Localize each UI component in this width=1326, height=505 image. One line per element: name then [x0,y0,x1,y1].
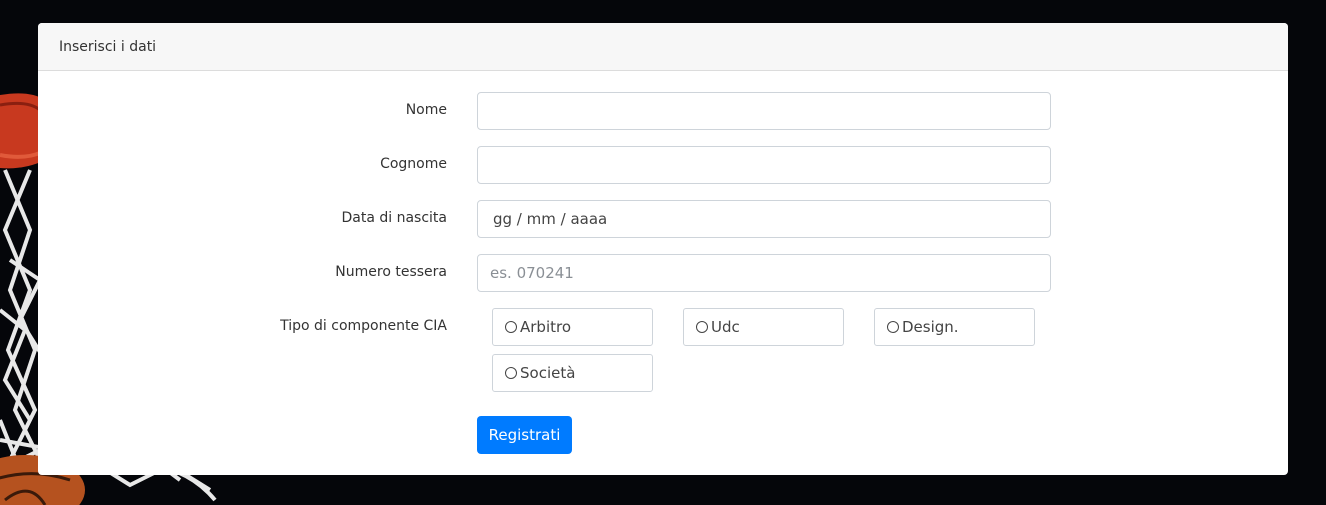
registration-card: Inserisci i dati Nome Cognome Data di na… [38,23,1288,475]
data-nascita-row: Data di nascita gg / mm / aaaa [38,200,1288,238]
page: Inserisci i dati Nome Cognome Data di na… [0,0,1326,505]
radio-option-udc[interactable]: Udc [683,308,844,346]
radio-label: Udc [711,318,740,336]
cognome-label: Cognome [380,156,447,172]
radio-option-arbitro[interactable]: Arbitro [492,308,653,346]
radio-label: Società [520,364,576,382]
radio-option-societa[interactable]: Società [492,354,653,392]
tipo-componente-row: Tipo di componente CIA Arbitro Udc Desig… [38,308,1288,398]
radio-circle-icon [505,367,517,379]
radio-option-design[interactable]: Design. [874,308,1035,346]
numero-tessera-row: Numero tessera [38,254,1288,292]
radio-label: Arbitro [520,318,572,336]
numero-tessera-input[interactable] [477,254,1051,292]
radio-circle-icon [505,321,517,333]
nome-label: Nome [405,102,447,118]
radio-label: Design. [902,318,959,336]
data-nascita-label: Data di nascita [341,210,447,226]
tipo-componente-label: Tipo di componente CIA [280,318,447,334]
numero-tessera-label: Numero tessera [335,264,447,280]
cognome-row: Cognome [38,146,1288,184]
card-header: Inserisci i dati [38,23,1288,71]
nome-input[interactable] [477,92,1051,130]
registrati-button[interactable]: Registrati [477,416,572,454]
radio-circle-icon [696,321,708,333]
cognome-input[interactable] [477,146,1051,184]
data-nascita-input[interactable]: gg / mm / aaaa [477,200,1051,238]
radio-circle-icon [887,321,899,333]
nome-row: Nome [38,92,1288,130]
